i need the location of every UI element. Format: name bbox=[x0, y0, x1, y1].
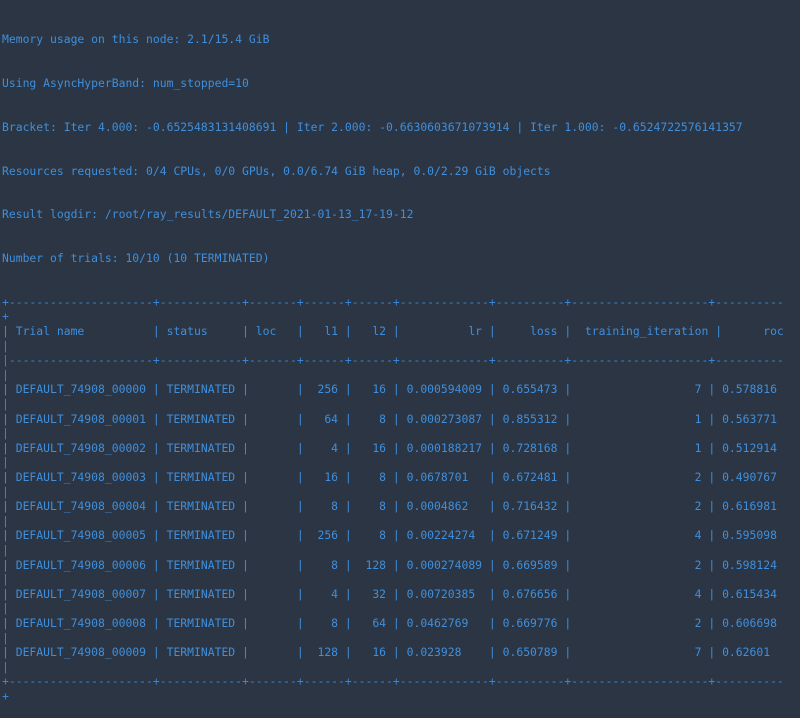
table-row-wrap: | bbox=[2, 542, 9, 557]
table-border-bottom: +---------------------+------------+----… bbox=[2, 674, 784, 689]
table-row-wrap: | bbox=[2, 426, 9, 441]
table-border-top: +---------------------+------------+----… bbox=[2, 294, 784, 309]
header-line-bracket: Bracket: Iter 4.000: -0.6525483131408691… bbox=[2, 119, 743, 134]
table-separator-wrap: | bbox=[2, 367, 9, 382]
table-header-row: | Trial name | status | loc | l1 | l2 | … bbox=[2, 324, 791, 339]
table-row-wrap: | bbox=[2, 659, 9, 674]
table-header-separator: |---------------------+------------+----… bbox=[2, 353, 784, 368]
table-row: | DEFAULT_74908_00009 | TERMINATED | | 1… bbox=[2, 645, 784, 660]
header-line-scheduler: Using AsyncHyperBand: num_stopped=10 bbox=[2, 75, 249, 90]
table-header-wrap: | bbox=[2, 338, 9, 353]
table-row-wrap: | bbox=[2, 484, 9, 499]
table-row-wrap: | bbox=[2, 455, 9, 470]
table-row: | DEFAULT_74908_00000 | TERMINATED | | 2… bbox=[2, 382, 784, 397]
table-row-wrap: | bbox=[2, 513, 9, 528]
trial-table: +---------------------+------------+----… bbox=[2, 295, 791, 704]
header-line-memory: Memory usage on this node: 2.1/15.4 GiB bbox=[2, 32, 270, 47]
header-line-trial-count: Number of trials: 10/10 (10 TERMINATED) bbox=[2, 251, 270, 266]
table-row: | DEFAULT_74908_00005 | TERMINATED | | 2… bbox=[2, 528, 784, 543]
header-line-logdir: Result logdir: /root/ray_results/DEFAULT… bbox=[2, 207, 414, 222]
table-row-wrap: | bbox=[2, 601, 9, 616]
table-row: | DEFAULT_74908_00003 | TERMINATED | | 1… bbox=[2, 470, 784, 484]
table-row: | DEFAULT_74908_00006 | TERMINATED | | 8… bbox=[2, 557, 784, 572]
table-row-wrap: | bbox=[2, 572, 9, 587]
table-border-bottom-wrap: + bbox=[2, 688, 9, 703]
header-line-resources: Resources requested: 0/4 CPUs, 0/0 GPUs,… bbox=[2, 163, 551, 178]
table-border-wrap: + bbox=[2, 309, 9, 324]
table-row: | DEFAULT_74908_00001 | TERMINATED | | 6… bbox=[2, 411, 784, 426]
table-row: | DEFAULT_74908_00008 | TERMINATED | | 8… bbox=[2, 615, 784, 630]
table-row-wrap: | bbox=[2, 630, 9, 645]
terminal-output: Memory usage on this node: 2.1/15.4 GiB … bbox=[2, 3, 791, 718]
table-row: | DEFAULT_74908_00004 | TERMINATED | | 8… bbox=[2, 499, 784, 514]
table-row: | DEFAULT_74908_00002 | TERMINATED | | 4… bbox=[2, 440, 784, 455]
table-row: | DEFAULT_74908_00007 | TERMINATED | | 4… bbox=[2, 586, 784, 601]
table-row-wrap: | bbox=[2, 397, 9, 412]
